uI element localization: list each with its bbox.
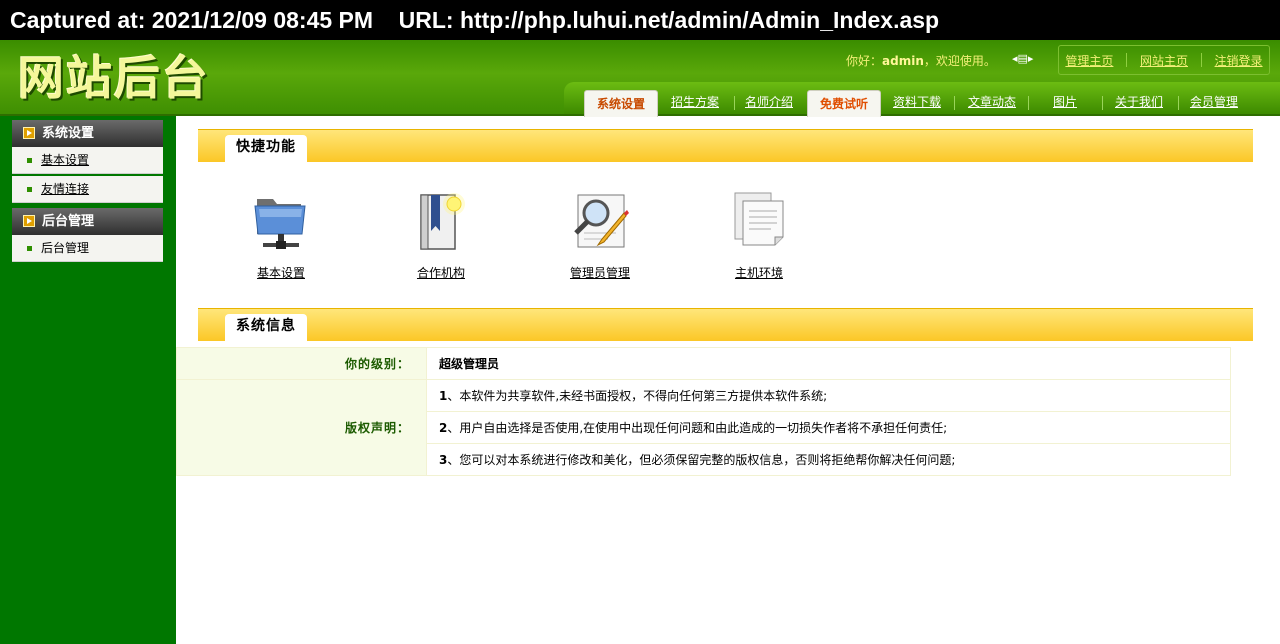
tab-free-trial[interactable]: 免费试听 (807, 90, 881, 117)
sidebar-group-title: 后台管理 (42, 214, 95, 229)
copyright-line: 3、您可以对本系统进行修改和美化，但必须保留完整的版权信息，否则将拒绝帮你解决任… (426, 443, 1231, 476)
divider (734, 96, 735, 110)
welcome-text: 你好：admin，欢迎使用。 (846, 52, 996, 69)
sidebar-item-friend-links[interactable]: 友情连接 (12, 176, 163, 203)
admin-home-link[interactable]: 管理主页 (1065, 52, 1113, 69)
tab-articles[interactable]: 文章动态 (960, 89, 1024, 115)
quick-item-label[interactable]: 管理员管理 (545, 264, 655, 281)
quick-item-label[interactable]: 基本设置 (226, 264, 336, 281)
table-row: 你的级别： 超级管理员 (176, 347, 1231, 380)
tab-members[interactable]: 会员管理 (1182, 89, 1246, 115)
tab-about[interactable]: 关于我们 (1106, 89, 1172, 115)
arrow-icon (23, 215, 35, 227)
tab-admissions[interactable]: 招生方案 (664, 89, 726, 115)
sidebar-item-label[interactable]: 基本设置 (41, 147, 89, 174)
sidebar: 系统设置 基本设置 友情连接 后台管理 后台管理 (0, 116, 176, 644)
tab-downloads[interactable]: 资料下载 (885, 89, 949, 115)
sidebar-item-basic-settings[interactable]: 基本设置 (12, 147, 163, 174)
divider (1126, 53, 1128, 67)
site-logo: 网站后台 (18, 51, 210, 105)
search-edit-icon (568, 189, 632, 255)
list-icon[interactable]: ◂▤▸ (1012, 52, 1033, 65)
sidebar-item-admin[interactable]: 后台管理 (12, 235, 163, 262)
section-title: 系统信息 (225, 314, 307, 341)
quick-item-partners[interactable]: 合作机构 (386, 189, 496, 281)
copyright-line: 1、本软件为共享软件,未经书面授权，不得向任何第三方提供本软件系统; (426, 379, 1231, 412)
welcome-suffix: ，欢迎使用。 (923, 54, 996, 68)
book-icon (409, 189, 473, 255)
username: admin (882, 54, 924, 68)
line-text: 、用户自由选择是否使用,在使用中出现任何问题和由此造成的一切损失作者将不承担任何… (447, 421, 948, 435)
divider (1102, 96, 1103, 110)
section-title: 快捷功能 (225, 135, 307, 162)
logout-link[interactable]: 注销登录 (1215, 52, 1263, 69)
tab-images[interactable]: 图片 (1032, 89, 1098, 115)
divider (1178, 96, 1179, 110)
copyright-label: 版权声明： (176, 379, 427, 476)
sidebar-group-system[interactable]: 系统设置 (12, 120, 163, 147)
divider (1028, 96, 1029, 110)
system-info-header: 系统信息 (198, 308, 1253, 341)
table-row: 版权声明： 1、本软件为共享软件,未经书面授权，不得向任何第三方提供本软件系统; (176, 379, 1231, 476)
sidebar-group-title: 系统设置 (42, 126, 95, 141)
site-home-link[interactable]: 网站主页 (1140, 52, 1188, 69)
welcome-prefix: 你好： (846, 54, 883, 68)
bullet-icon (27, 158, 32, 163)
top-links: 管理主页 网站主页 注销登录 (1058, 45, 1270, 75)
divider (1200, 53, 1202, 67)
system-info-table: 你的级别： 超级管理员 版权声明： 1、本软件为共享软件,未经书面授权，不得向任… (176, 347, 1231, 476)
network-folder-icon (249, 189, 313, 255)
quick-item-label[interactable]: 合作机构 (386, 264, 496, 281)
level-value-text: 超级管理员 (439, 357, 500, 371)
arrow-icon (23, 127, 35, 139)
tab-teachers[interactable]: 名师介绍 (738, 89, 800, 115)
bullet-icon (27, 187, 32, 192)
site-header: 网站后台 你好：admin，欢迎使用。 ◂▤▸ 管理主页 网站主页 注销登录 系… (0, 40, 1280, 117)
tab-system-settings[interactable]: 系统设置 (584, 90, 658, 117)
quick-item-basic-settings[interactable]: 基本设置 (226, 189, 336, 281)
documents-icon (727, 189, 791, 255)
quick-functions-header: 快捷功能 (198, 129, 1253, 162)
main-nav: 系统设置 招生方案 名师介绍 免费试听 资料下载 文章动态 图片 关于我们 会员… (564, 82, 1280, 117)
divider (954, 96, 955, 110)
quick-item-admin-manage[interactable]: 管理员管理 (545, 189, 655, 281)
line-text: 、本软件为共享软件,未经书面授权，不得向任何第三方提供本软件系统; (447, 389, 828, 403)
bullet-icon (27, 246, 32, 251)
level-value: 超级管理员 (426, 347, 1231, 380)
line-text: 、您可以对本系统进行修改和美化，但必须保留完整的版权信息，否则将拒绝帮你解决任何… (447, 453, 956, 467)
level-label: 你的级别： (176, 347, 427, 380)
sidebar-item-label[interactable]: 后台管理 (41, 235, 89, 262)
sidebar-item-label[interactable]: 友情连接 (41, 176, 89, 203)
quick-item-host-env[interactable]: 主机环境 (704, 189, 814, 281)
capture-banner: Captured at: 2021/12/09 08:45 PM URL: ht… (0, 0, 1280, 40)
quick-item-label[interactable]: 主机环境 (704, 264, 814, 281)
sidebar-group-admin[interactable]: 后台管理 (12, 208, 163, 235)
copyright-line: 2、用户自由选择是否使用,在使用中出现任何问题和由此造成的一切损失作者将不承担任… (426, 411, 1231, 444)
